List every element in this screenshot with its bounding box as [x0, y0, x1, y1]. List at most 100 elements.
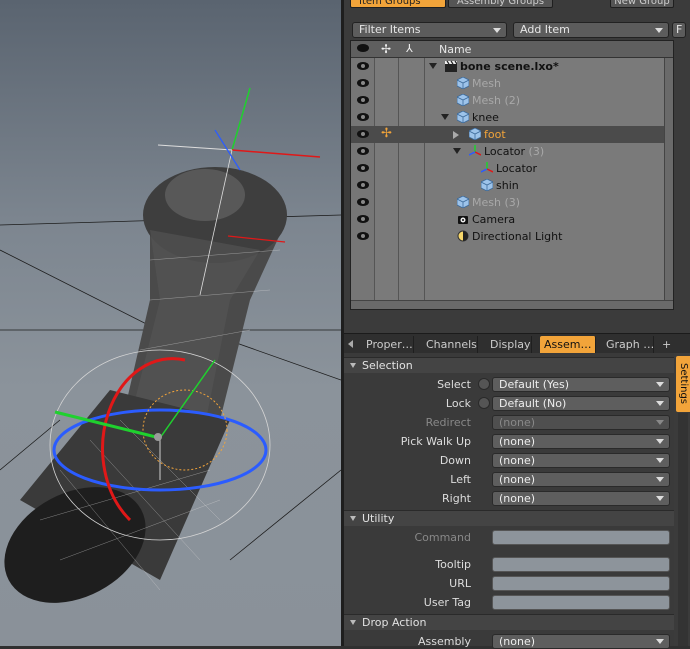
- chevron-down-icon: [655, 28, 663, 33]
- collapse-icon: [350, 620, 356, 625]
- new-group-button[interactable]: New Group: [610, 0, 674, 8]
- item-name: bone scene.lxo*: [460, 60, 559, 73]
- tooltip-field[interactable]: [492, 557, 670, 572]
- locator-header-icon[interactable]: ⅄: [406, 42, 413, 55]
- tooltip-label: Tooltip: [435, 558, 471, 571]
- tab-properties[interactable]: Proper…: [362, 336, 414, 354]
- eye-icon[interactable]: [357, 164, 369, 172]
- item-name: Locator: [484, 145, 526, 158]
- horizontal-scrollbar[interactable]: [351, 300, 673, 309]
- filter-toggle-button[interactable]: F: [672, 22, 686, 38]
- gizmo-center[interactable]: [154, 433, 162, 441]
- mesh-cube-icon: [480, 178, 494, 192]
- tab-item-groups[interactable]: Item Groups: [350, 0, 446, 8]
- camera-icon: [457, 213, 469, 225]
- vertical-scrollbar[interactable]: [664, 58, 673, 309]
- lock-header-icon[interactable]: ✢: [381, 42, 391, 56]
- transform-lock-icon[interactable]: ✢: [381, 126, 392, 141]
- down-label: Down: [439, 454, 471, 467]
- eye-header-icon[interactable]: [357, 44, 369, 52]
- eye-icon[interactable]: [357, 232, 369, 240]
- eye-icon[interactable]: [357, 198, 369, 206]
- tab-display[interactable]: Display: [486, 336, 532, 354]
- select-dropdown[interactable]: Default (Yes): [492, 377, 670, 392]
- eye-icon[interactable]: [357, 96, 369, 104]
- assembly-label: Assembly: [417, 635, 471, 648]
- select-lock-toggle[interactable]: [478, 378, 490, 390]
- assembly-dropdown[interactable]: (none): [492, 634, 670, 649]
- settings-side-tab[interactable]: Settings: [676, 356, 690, 412]
- collapse-arrow-icon[interactable]: [441, 114, 449, 120]
- tab-graph[interactable]: Graph …: [602, 336, 654, 354]
- list-item[interactable]: Camera: [351, 211, 673, 228]
- eye-icon[interactable]: [357, 147, 369, 155]
- section-drop-action[interactable]: Drop Action: [344, 614, 674, 630]
- lock-label: Lock: [445, 397, 471, 410]
- chevron-down-icon: [493, 28, 501, 33]
- eye-icon[interactable]: [357, 181, 369, 189]
- section-selection[interactable]: Selection: [344, 357, 674, 373]
- item-count: (3): [528, 145, 545, 158]
- list-item[interactable]: ✢ foot: [351, 126, 673, 143]
- list-item[interactable]: shin: [351, 177, 673, 194]
- section-selection-title: Selection: [362, 359, 413, 372]
- name-column-header[interactable]: Name: [439, 43, 471, 56]
- section-utility-title: Utility: [362, 512, 395, 525]
- user-tag-field[interactable]: [492, 595, 670, 610]
- left-dropdown[interactable]: (none): [492, 472, 670, 487]
- filter-items-dropdown[interactable]: Filter Items: [352, 22, 507, 38]
- pick-walk-up-label: Pick Walk Up: [400, 435, 471, 448]
- eye-icon[interactable]: [357, 79, 369, 87]
- eye-icon[interactable]: [357, 62, 369, 70]
- list-item[interactable]: Mesh (3): [351, 194, 673, 211]
- item-count: (3): [504, 196, 521, 209]
- section-drop-action-title: Drop Action: [362, 616, 427, 629]
- expand-arrow-icon[interactable]: [453, 131, 459, 139]
- chevron-down-icon: [656, 477, 664, 482]
- list-item[interactable]: Mesh (2): [351, 92, 673, 109]
- command-field[interactable]: [492, 530, 670, 545]
- right-panel: Item Groups Assembly Groups New Group Fi…: [344, 0, 690, 649]
- item-name: Camera: [472, 213, 516, 226]
- tab-assembly-groups[interactable]: Assembly Groups: [448, 0, 554, 8]
- tabs-scroll-left-icon[interactable]: [348, 340, 353, 348]
- eye-icon[interactable]: [357, 130, 369, 138]
- list-item[interactable]: Locator (3): [351, 143, 673, 160]
- locator-x-axis: [231, 149, 321, 158]
- collapse-arrow-icon[interactable]: [453, 148, 461, 154]
- tab-assembly[interactable]: Assem…: [540, 336, 596, 354]
- eye-icon[interactable]: [357, 113, 369, 121]
- chevron-down-icon: [656, 458, 664, 463]
- right-dropdown[interactable]: (none): [492, 491, 670, 506]
- 3d-viewport[interactable]: [0, 0, 341, 646]
- viewport-scene: [0, 87, 341, 603]
- right-value: (none): [499, 492, 536, 505]
- list-item[interactable]: knee: [351, 109, 673, 126]
- item-list[interactable]: ✢ ⅄ Name bone scene.lxo* Mesh Mesh (2) knee…: [350, 40, 674, 310]
- eye-icon[interactable]: [357, 215, 369, 223]
- url-field[interactable]: [492, 576, 670, 591]
- pick-walk-up-dropdown[interactable]: (none): [492, 434, 670, 449]
- down-dropdown[interactable]: (none): [492, 453, 670, 468]
- assembly-value: (none): [499, 635, 536, 648]
- lock-dropdown[interactable]: Default (No): [492, 396, 670, 411]
- select-value: Default (Yes): [499, 378, 570, 391]
- list-item-label: shin: [496, 178, 519, 193]
- lock-lock-toggle[interactable]: [478, 397, 490, 409]
- add-item-dropdown[interactable]: Add Item: [513, 22, 669, 38]
- collapse-icon: [350, 516, 356, 521]
- collapse-arrow-icon[interactable]: [429, 63, 437, 69]
- list-item[interactable]: Mesh: [351, 75, 673, 92]
- list-item-label: Mesh (2): [472, 93, 520, 108]
- list-item[interactable]: Directional Light: [351, 228, 673, 245]
- add-tab-button[interactable]: +: [658, 336, 674, 354]
- tab-channels[interactable]: Channels: [422, 336, 478, 354]
- list-item-label: Mesh (3): [472, 195, 520, 210]
- list-item[interactable]: Locator: [351, 160, 673, 177]
- redirect-label: Redirect: [425, 416, 471, 429]
- item-name: Mesh: [472, 196, 501, 209]
- list-item[interactable]: bone scene.lxo*: [351, 58, 673, 75]
- properties-scrollbar[interactable]: [678, 413, 688, 646]
- section-utility[interactable]: Utility: [344, 510, 674, 526]
- user-tag-label: User Tag: [423, 596, 471, 609]
